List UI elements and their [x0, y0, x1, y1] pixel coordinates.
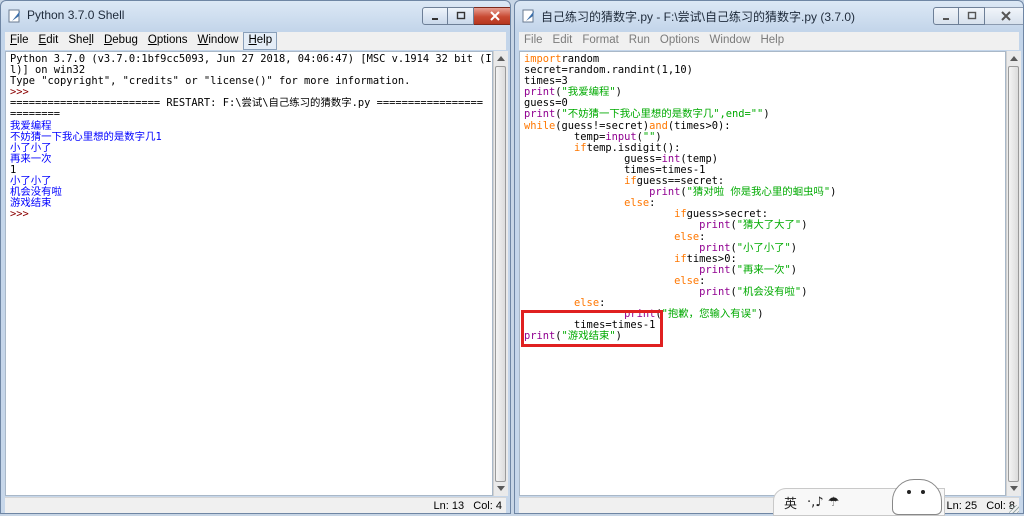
shell-line: 游戏结束 — [10, 197, 52, 210]
menu-shell[interactable]: Shell — [63, 32, 99, 50]
scroll-thumb[interactable] — [1008, 66, 1019, 482]
menu-format[interactable]: Format — [577, 32, 623, 50]
menu-help[interactable]: Help — [755, 32, 789, 50]
line-indicator: Ln: 25 — [946, 500, 978, 512]
shell-line: 小了小了 — [10, 141, 52, 154]
ime-mascot-icon — [892, 479, 942, 515]
highlight-annotation-box — [521, 310, 663, 347]
shell-text: Python 3.7.0 (v3.7.0:1bf9cc5093, Jun 27 … — [10, 53, 492, 221]
ime-language-label[interactable]: 英 — [784, 493, 797, 512]
close-button[interactable] — [474, 7, 510, 25]
menu-options[interactable]: Options — [143, 32, 193, 50]
editor-scrollbar[interactable] — [1006, 51, 1021, 496]
editor-menubar: File Edit Format Run Options Window Help — [519, 32, 1019, 50]
scroll-up-icon[interactable] — [497, 56, 505, 61]
shell-line: >>> — [10, 208, 36, 221]
menu-debug[interactable]: Debug — [99, 32, 143, 50]
menu-edit[interactable]: Edit — [34, 32, 64, 50]
ime-toolbar[interactable]: 英 ·,♪ ☂ — [773, 479, 945, 516]
code-line: print("我爱编程") — [524, 86, 622, 99]
shell-line: 小了小了 — [10, 175, 52, 188]
menu-window[interactable]: Window — [193, 32, 244, 50]
shell-window: Python 3.7.0 Shell File Edit Shell Debug Opt… — [0, 0, 511, 514]
scroll-thumb[interactable] — [495, 66, 506, 482]
code-line: secret=random.randint(1,10) — [524, 64, 693, 77]
menu-options[interactable]: Options — [655, 32, 705, 50]
maximize-icon — [967, 11, 976, 20]
menu-window[interactable]: Window — [705, 32, 756, 50]
editor-code-area[interactable]: importrandom secret=random.randint(1,10) t… — [519, 51, 1006, 496]
menu-help[interactable]: Help — [243, 32, 278, 50]
shell-line: 我爱编程 — [10, 119, 52, 132]
menu-run[interactable]: Run — [624, 32, 655, 50]
shell-line: ======== — [10, 108, 61, 121]
menu-file[interactable]: File — [519, 32, 548, 50]
shell-line: Type "copyright", "credits" or "license(… — [10, 75, 411, 88]
close-icon — [1001, 11, 1011, 21]
column-indicator: Col: 4 — [473, 500, 502, 512]
maximize-button[interactable] — [959, 7, 985, 25]
shell-line: 机会没有啦 — [10, 186, 62, 199]
python-file-icon — [522, 9, 534, 23]
menu-file[interactable]: File — [5, 32, 34, 50]
editor-window: 自己练习的猜数字.py - F:\尝试\自己练习的猜数字.py (3.7.0) … — [514, 0, 1024, 514]
scroll-up-icon[interactable] — [1010, 56, 1018, 61]
scroll-down-icon[interactable] — [1010, 486, 1018, 491]
shell-output[interactable]: Python 3.7.0 (v3.7.0:1bf9cc5093, Jun 27 … — [5, 51, 493, 496]
scroll-down-icon[interactable] — [497, 486, 505, 491]
maximize-button[interactable] — [448, 7, 474, 25]
shell-line: ======================== RESTART: F:\尝试\… — [10, 97, 483, 110]
shell-line: 1 — [10, 163, 17, 176]
shell-scrollbar[interactable] — [493, 51, 508, 496]
editor-title: 自己练习的猜数字.py - F:\尝试\自己练习的猜数字.py (3.7.0) — [541, 10, 856, 24]
editor-text: importrandom secret=random.randint(1,10) t… — [524, 53, 836, 342]
python-feather-icon — [8, 9, 20, 23]
shell-line: 再来一次 — [10, 152, 52, 165]
minimize-button[interactable] — [422, 7, 448, 25]
ime-symbols[interactable]: ·,♪ ☂ — [807, 495, 839, 510]
menu-edit[interactable]: Edit — [548, 32, 578, 50]
shell-line: 不妨猜一下我心里想的是数字几1 — [10, 130, 162, 143]
shell-menubar: File Edit Shell Debug Options Window Help — [5, 32, 506, 50]
maximize-icon — [456, 11, 465, 20]
minimize-icon — [432, 18, 438, 20]
close-button[interactable] — [985, 7, 1023, 25]
minimize-button[interactable] — [933, 7, 959, 25]
shell-caption-buttons — [422, 7, 510, 25]
line-indicator: Ln: 13 — [433, 500, 465, 512]
close-icon — [490, 11, 500, 21]
editor-caption-buttons — [933, 7, 1023, 25]
shell-title: Python 3.7.0 Shell — [27, 8, 125, 22]
minimize-icon — [943, 18, 949, 20]
shell-statusbar: Ln: 13 Col: 4 — [5, 497, 506, 513]
resize-grip-icon[interactable] — [1009, 505, 1019, 513]
